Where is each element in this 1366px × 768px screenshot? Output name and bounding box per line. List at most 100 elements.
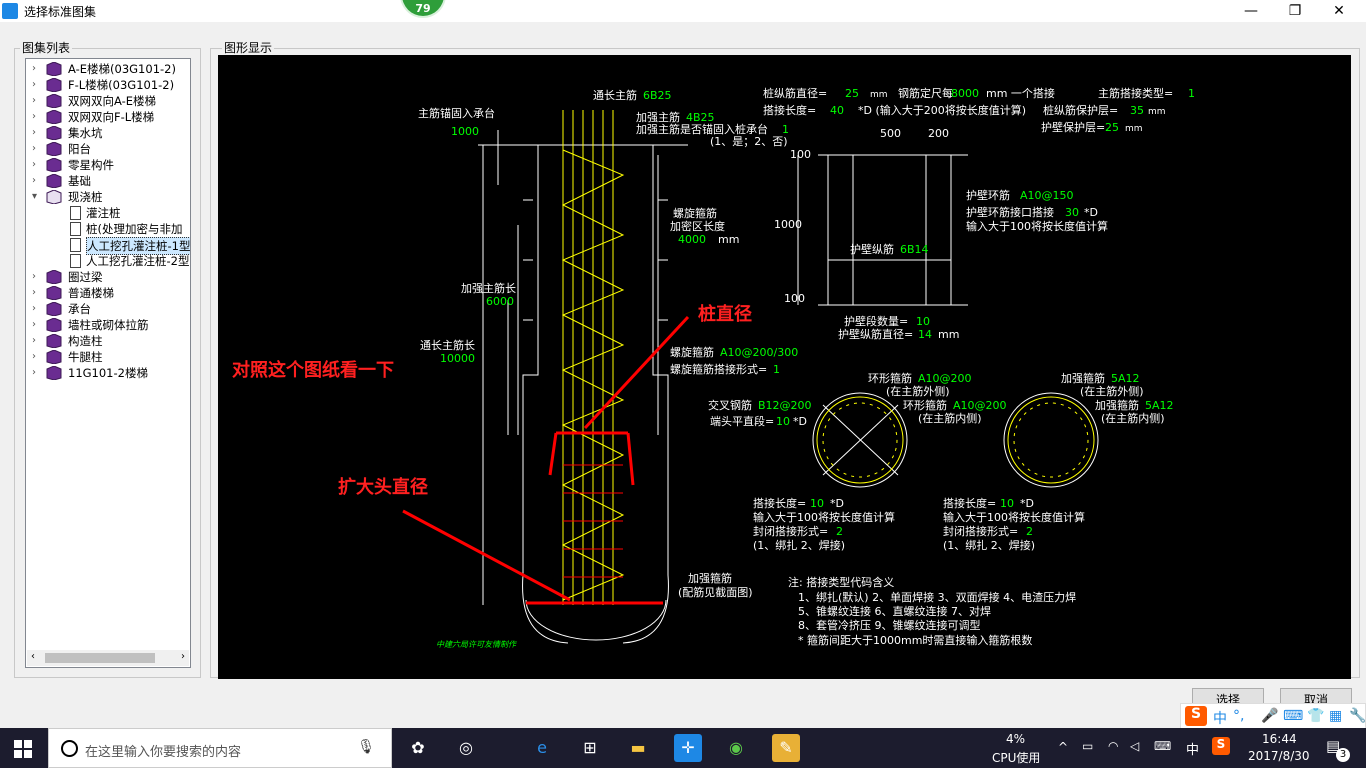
store-icon[interactable]: ⊞ — [576, 734, 604, 762]
ime-indicator[interactable]: 中 — [1186, 739, 1199, 758]
sec1-lap-label: 搭接长度= — [753, 496, 806, 510]
sec1-ring2-label: 环形箍筋 — [903, 398, 947, 412]
expand-right-icon[interactable]: › — [32, 333, 36, 349]
sec2-label2: 加强箍筋 — [1095, 398, 1139, 412]
mic-icon[interactable]: 🎙 — [357, 739, 375, 755]
dim-1000: 1000 — [774, 218, 802, 231]
cpu-percent: 4% — [1006, 732, 1026, 746]
spiral-lap-value: 1 — [773, 363, 780, 376]
app-swirl-icon[interactable]: ◎ — [452, 734, 480, 762]
book-icon — [46, 61, 62, 77]
wall-long-value: 6B14 — [900, 243, 929, 256]
task-view-icon[interactable]: ✿ — [404, 734, 432, 762]
expand-right-icon[interactable]: › — [32, 61, 36, 77]
tray-expand-icon[interactable]: ^ — [1058, 740, 1068, 754]
notes-line1: 1、绑扎(默认) 2、单面焊接 3、双面焊接 4、电渣压力焊 — [798, 590, 1076, 604]
expand-right-icon[interactable]: › — [32, 349, 36, 365]
spiral2-label: 螺旋箍筋 — [670, 345, 714, 359]
sec2-note-m2-value: 2 — [1026, 525, 1033, 538]
keyboard-tray-icon[interactable]: ⌨ — [1154, 739, 1171, 753]
status-badge[interactable]: 79 — [400, 0, 446, 18]
wall-lap-note: 输入大于100将按长度值计算 — [966, 219, 1108, 233]
taskbar-search[interactable]: 在这里输入你要搜索的内容 🎙 — [48, 728, 392, 768]
notes-icon[interactable]: ✎ — [772, 734, 800, 762]
tree-hscrollbar[interactable]: ‹ › — [27, 650, 189, 666]
expand-right-icon[interactable]: › — [32, 125, 36, 141]
window-title: 选择标准图集 — [24, 5, 97, 19]
sec2-note-m3: (1、绑扎 2、焊接) — [943, 538, 1035, 552]
ime-punct[interactable]: °, — [1233, 708, 1244, 724]
spiral-lap-label: 螺旋箍筋搭接形式= — [670, 362, 767, 376]
mic-icon[interactable]: 🎤 — [1261, 708, 1278, 724]
wall-cover-value: 25 — [1105, 121, 1119, 134]
expand-right-icon[interactable]: › — [32, 141, 36, 157]
browser-icon[interactable]: ◉ — [722, 734, 750, 762]
sec2-note-m1: 输入大于100将按长度值计算 — [943, 510, 1085, 524]
keyboard-icon[interactable]: ⌨ — [1283, 708, 1303, 724]
minimize-button[interactable]: — — [1228, 0, 1274, 22]
notes-line4: * 箍筋间距大于1000mm时需直接输入箍筋根数 — [798, 633, 1032, 647]
sec1-ring2-value: A10@200 — [953, 399, 1007, 412]
wall-cover-unit: mm — [1125, 124, 1143, 134]
tree-item-label: 人工挖孔灌注桩-2型 — [86, 254, 190, 268]
notes-line3: 8、套管冷挤压 9、锥螺纹连接可调型 — [798, 618, 981, 632]
drawing-text: 主筋锚固入承台 1000 通长主筋 6B25 加强主筋 4B25 加强主筋是否锚… — [418, 86, 1195, 649]
expand-right-icon[interactable]: › — [32, 317, 36, 333]
app-active-icon[interactable]: ✛ — [674, 734, 702, 762]
scroll-thumb[interactable] — [45, 653, 155, 663]
sogou-icon[interactable]: S — [1185, 706, 1207, 726]
bar-length-label: 钢筋定尺每 — [898, 86, 953, 100]
cover-unit: mm — [1148, 107, 1166, 117]
close-button[interactable]: ✕ — [1316, 0, 1362, 22]
rebar-cage — [561, 110, 625, 605]
expand-right-icon[interactable]: › — [32, 173, 36, 189]
book-icon — [46, 125, 62, 141]
explorer-icon[interactable]: ▬ — [624, 734, 652, 762]
notes-line2: 5、锥螺纹连接 6、直螺纹连接 7、对焊 — [798, 604, 991, 618]
expand-right-icon[interactable]: › — [32, 269, 36, 285]
skin-icon[interactable]: 👕 — [1307, 708, 1324, 724]
clock-date[interactable]: 2017/8/30 — [1248, 749, 1310, 763]
strong-anchor-options: (1、是；2、否) — [710, 135, 788, 148]
expand-right-icon[interactable]: › — [32, 109, 36, 125]
battery-icon[interactable]: ▭ — [1082, 739, 1093, 753]
expand-right-icon[interactable]: › — [32, 285, 36, 301]
maximize-button[interactable]: ❐ — [1272, 0, 1318, 22]
volume-icon[interactable]: ◁ — [1130, 739, 1139, 753]
drawing-label: 图形显示 — [222, 39, 275, 56]
book-icon — [46, 333, 62, 349]
expand-right-icon[interactable]: › — [32, 157, 36, 173]
expand-right-icon[interactable]: › — [32, 365, 36, 381]
book-icon — [46, 285, 62, 301]
expand-right-icon[interactable]: › — [32, 93, 36, 109]
ime-toolbar[interactable]: S 中 °, 🎤 ⌨ 👕 ▦ 🔧 — [1180, 703, 1366, 729]
windows-start-icon[interactable] — [14, 740, 32, 758]
notification-count: 3 — [1336, 748, 1350, 762]
wifi-icon[interactable]: ◠ — [1108, 739, 1118, 753]
cortana-icon[interactable] — [61, 740, 78, 757]
atlas-tree[interactable]: ‹ › › A-E楼梯(03G101-2) › F-L楼梯(03G101-2) › 双网双… — [25, 58, 191, 668]
search-placeholder[interactable]: 在这里输入你要搜索的内容 — [85, 741, 241, 760]
wrench-icon[interactable]: 🔧 — [1349, 708, 1366, 724]
sogou-tray-icon[interactable]: S — [1212, 737, 1230, 755]
expand-right-icon[interactable]: › — [32, 77, 36, 93]
expand-down-icon[interactable]: ▾ — [32, 189, 37, 205]
scroll-left-icon[interactable]: ‹ — [31, 651, 35, 662]
dim-200: 200 — [928, 127, 949, 140]
sec2-lap-value: 10 — [1000, 497, 1014, 510]
clock-time[interactable]: 16:44 — [1262, 732, 1297, 746]
sec2-value: 5A12 — [1111, 372, 1140, 385]
tree-item-label: 阳台 — [68, 142, 91, 156]
edge-icon[interactable]: e — [528, 734, 556, 762]
sec1-note2: 封闭搭接形式= — [753, 524, 828, 538]
anchor-value: 1000 — [451, 125, 479, 138]
spiral2-value: A10@200/300 — [720, 346, 798, 359]
scroll-right-icon[interactable]: › — [181, 651, 185, 662]
expand-right-icon[interactable]: › — [32, 301, 36, 317]
bar-length-unit: mm 一个搭接 — [986, 87, 1055, 100]
book-icon — [46, 141, 62, 157]
tree-item-label: 桩(处理加密与非加 — [86, 222, 183, 236]
tree-item-label: 零星构件 — [68, 158, 114, 172]
ime-mode[interactable]: 中 — [1213, 708, 1227, 728]
grid-icon[interactable]: ▦ — [1329, 708, 1342, 724]
